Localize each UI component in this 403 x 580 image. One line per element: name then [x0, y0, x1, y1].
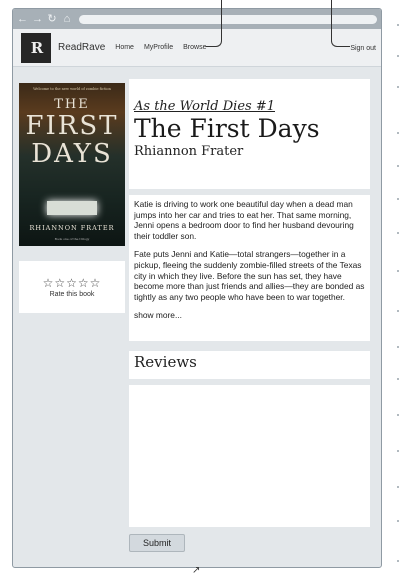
book-author: Rhiannon Frater	[134, 144, 244, 159]
home-icon[interactable]: ⌂	[62, 13, 72, 25]
site-header: R ReadRave Home MyProfile Browse Sign ou…	[13, 29, 381, 67]
nav-myprofile[interactable]: MyProfile	[144, 44, 173, 51]
review-textarea[interactable]	[129, 385, 370, 527]
cover-tagline: Book one of the trilogy	[54, 237, 90, 241]
reviews-header-card: Reviews	[129, 351, 370, 379]
submit-button[interactable]: Submit	[129, 534, 185, 552]
cover-author: RHIANNON FRATER	[29, 224, 115, 232]
cover-title-first: FIRST	[25, 111, 119, 141]
star-rating[interactable]: ☆☆☆☆☆	[43, 276, 102, 290]
cover-title-the: THE	[54, 97, 90, 112]
sign-out-link[interactable]: Sign out	[350, 45, 376, 52]
cover-house-illustration	[47, 201, 97, 215]
description-paragraph: Katie is driving to work one beautiful d…	[134, 199, 354, 241]
nav-browse[interactable]: Browse	[183, 44, 206, 51]
connector-line	[331, 0, 350, 47]
reload-icon[interactable]: ↻	[47, 13, 57, 25]
reviews-heading: Reviews	[134, 353, 197, 371]
cover-title-days: DAYS	[31, 139, 113, 169]
rate-label: Rate this book	[49, 291, 95, 298]
logo-mark: R	[30, 38, 44, 57]
book-title: The First Days	[134, 114, 320, 143]
arrow-up-icon: ↗	[192, 565, 201, 576]
browser-toolbar: ← → ↻ ⌂	[13, 9, 381, 29]
description-card: Katie is driving to work one beautiful d…	[129, 195, 370, 341]
brand-name[interactable]: ReadRave	[58, 42, 105, 53]
book-info-card: As the World Dies #1 The First Days Rhia…	[129, 79, 370, 189]
nav-home[interactable]: Home	[115, 44, 134, 51]
arrow-left-icon[interactable]: ←	[17, 13, 28, 25]
series-link[interactable]: As the World Dies #1	[134, 99, 364, 114]
book-cover: Welcome to the new world of zombie ficti…	[19, 83, 125, 246]
connector-line	[206, 0, 222, 47]
browser-window: ← → ↻ ⌂ R ReadRave Home MyProfile Browse…	[12, 8, 382, 568]
description-paragraph: Fate puts Jenni and Katie—total stranger…	[134, 249, 365, 302]
main-nav: Home MyProfile Browse	[115, 44, 206, 51]
logo[interactable]: R	[21, 32, 51, 63]
cover-blurb: Welcome to the new world of zombie ficti…	[33, 87, 111, 91]
show-more-link[interactable]: show more...	[134, 310, 365, 321]
rating-card: ☆☆☆☆☆ Rate this book	[19, 261, 125, 313]
arrow-right-icon[interactable]: →	[32, 13, 43, 25]
